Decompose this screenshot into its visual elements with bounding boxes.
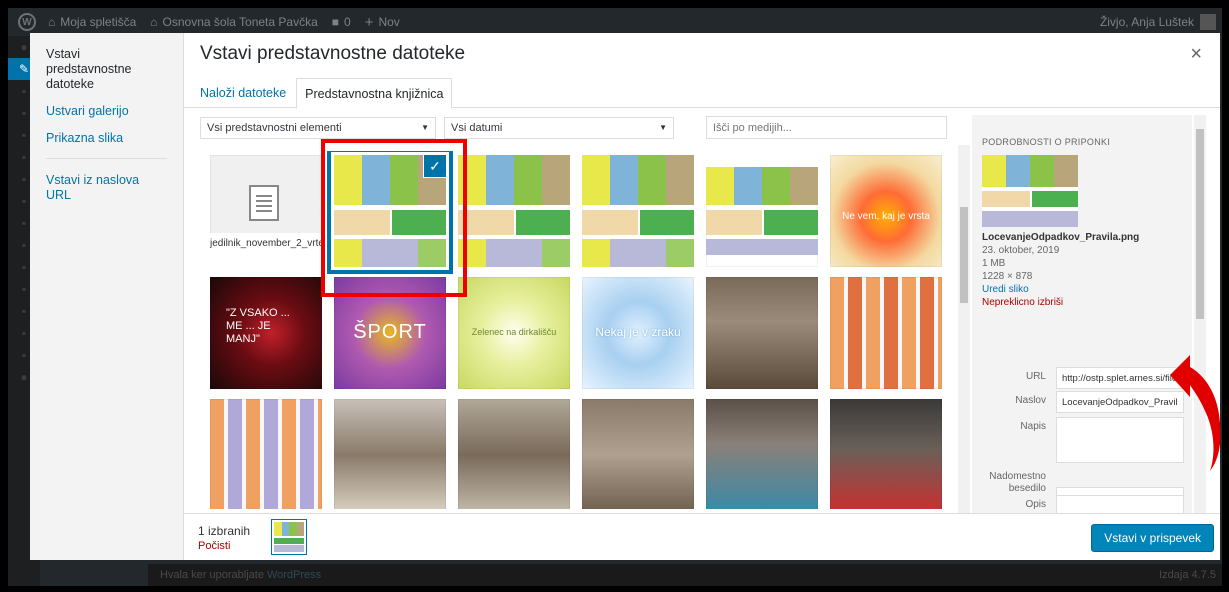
tab-media-library[interactable]: Predstavnostna knjižnica bbox=[296, 78, 453, 109]
media-type-filter-value: Vsi predstavnostni elementi bbox=[207, 122, 342, 134]
details-filename: LocevanjeOdpadkov_Pravila.png bbox=[982, 232, 1140, 243]
attachment-image[interactable]: "Z VSAKO ... ME ... JE MANJ" bbox=[210, 277, 322, 389]
scrollbar-thumb[interactable] bbox=[1196, 129, 1204, 319]
alt-text-label-line1: Nadomestno bbox=[989, 471, 1046, 482]
details-dimensions: 1228 × 878 bbox=[982, 271, 1033, 282]
user-greeting: Živjo, Anja Luštek bbox=[1099, 15, 1194, 29]
title-label: Naslov bbox=[1015, 395, 1046, 406]
footer-thanks: Hvala ker uporabljate bbox=[160, 569, 264, 581]
media-type-filter[interactable]: Vsi predstavnostni elementi ▼ bbox=[200, 117, 436, 139]
search-input[interactable] bbox=[706, 116, 947, 139]
wordpress-logo-icon[interactable]: W bbox=[18, 13, 36, 31]
media-toolbar-bottom: 1 izbranih Počisti Vstavi v prispevek bbox=[184, 513, 1220, 560]
description-label: Opis bbox=[1025, 499, 1046, 510]
attachment-pdf[interactable]: jedilnik_november_2_vrtec_1.pdf bbox=[210, 155, 322, 267]
menu-create-gallery[interactable]: Ustvari galerijo bbox=[30, 104, 183, 119]
new-content-link[interactable]: + Nov bbox=[365, 14, 400, 31]
user-menu[interactable]: Živjo, Anja Luštek bbox=[1100, 8, 1216, 36]
tile-text: Nekaj je v zraku bbox=[595, 325, 681, 339]
date-filter-value: Vsi datumi bbox=[451, 122, 503, 134]
checkmark-icon[interactable]: ✓ bbox=[424, 155, 446, 177]
comments-count: 0 bbox=[344, 15, 351, 29]
admin-bar: W ⌂ Moja spletišča ⌂ Osnovna šola Toneta P… bbox=[8, 8, 1222, 36]
wordpress-link[interactable]: WordPress bbox=[267, 569, 321, 581]
chevron-down-icon: ▼ bbox=[421, 123, 429, 132]
insert-into-post-button[interactable]: Vstavi v prispevek bbox=[1091, 524, 1214, 552]
attachment-photo[interactable] bbox=[706, 399, 818, 509]
description-setting: Opis bbox=[982, 495, 1184, 513]
details-size: 1 MB bbox=[982, 258, 1006, 269]
plus-icon: + bbox=[364, 13, 374, 31]
new-label: Nov bbox=[378, 15, 400, 29]
selection-count: 1 izbranih bbox=[198, 524, 251, 538]
attachment-photo[interactable] bbox=[582, 399, 694, 509]
document-icon bbox=[249, 185, 279, 221]
edit-image-link[interactable]: Uredi sliko bbox=[982, 283, 1182, 296]
attachment-image[interactable]: Zelenec na dirkališču bbox=[458, 277, 570, 389]
caption-textarea[interactable] bbox=[1056, 417, 1184, 463]
scrollbar-thumb[interactable] bbox=[960, 207, 968, 303]
tile-text: Zelenec na dirkališču bbox=[471, 327, 557, 337]
url-field[interactable] bbox=[1056, 367, 1184, 389]
home-icon: ⌂ bbox=[150, 15, 158, 29]
attachment-infographic[interactable] bbox=[582, 155, 694, 267]
tile-text: Ne vem, kaj je vrsta bbox=[842, 211, 930, 222]
attachment-image[interactable]: Nekaj je v zraku bbox=[582, 277, 694, 389]
modal-title: Vstavi predstavnostne datoteke bbox=[200, 43, 466, 64]
attachment-infographic[interactable] bbox=[458, 155, 570, 267]
attachment-photo[interactable] bbox=[458, 399, 570, 509]
media-frame-menu: Vstavi predstavnostne datoteke Ustvari g… bbox=[30, 33, 184, 560]
details-heading: PODROBNOSTI O PRIPONKI bbox=[982, 137, 1111, 147]
attachment-image[interactable]: ŠPORT bbox=[334, 277, 446, 389]
attachments-grid: jedilnik_november_2_vrtec_1.pdf ✓ bbox=[200, 151, 956, 509]
comment-icon: ■ bbox=[331, 15, 339, 29]
tab-upload-files[interactable]: Naloži datoteke bbox=[194, 78, 292, 108]
caption-label: Napis bbox=[1020, 421, 1046, 432]
tile-text: "Z VSAKO ... ME ... JE MANJ" bbox=[226, 307, 290, 345]
alt-text-label-line2: besedilo bbox=[1008, 483, 1046, 494]
sites-icon: ⌂ bbox=[48, 15, 56, 29]
chevron-down-icon: ▼ bbox=[659, 123, 667, 132]
attachment-photo[interactable] bbox=[334, 399, 446, 509]
avatar bbox=[1200, 14, 1216, 30]
attachment-photo[interactable] bbox=[706, 277, 818, 389]
menu-insert-media[interactable]: Vstavi predstavnostne datoteke bbox=[30, 47, 183, 92]
sidebar-scrollbar[interactable] bbox=[1194, 115, 1206, 513]
selection-thumbnail[interactable] bbox=[274, 522, 304, 552]
details-date: 23. oktober, 2019 bbox=[982, 245, 1060, 256]
alt-text-label: Nadomestno besedilo bbox=[982, 471, 1046, 495]
grid-scrollbar[interactable] bbox=[958, 145, 970, 513]
date-filter[interactable]: Vsi datumi ▼ bbox=[444, 117, 674, 139]
menu-featured-image[interactable]: Prikazna slika bbox=[30, 131, 183, 146]
attachment-infographic[interactable] bbox=[706, 155, 818, 267]
description-textarea[interactable] bbox=[1056, 495, 1184, 513]
attachment-photo[interactable] bbox=[830, 399, 942, 509]
site-name-link[interactable]: ⌂ Osnovna šola Toneta Pavčka bbox=[150, 15, 317, 29]
router-tabs: Naloži datoteke Predstavnostna knjižnica bbox=[184, 78, 1220, 109]
delete-permanently-link[interactable]: Nepreklicno izbriši bbox=[982, 296, 1182, 309]
attachment-filename: jedilnik_november_2_vrtec_1.pdf bbox=[210, 233, 322, 267]
admin-footer: Hvala ker uporabljate WordPress Izdaja 4… bbox=[148, 564, 1222, 586]
attachment-image[interactable]: Ne vem, kaj je vrsta bbox=[830, 155, 942, 267]
url-label: URL bbox=[1025, 371, 1046, 382]
close-icon[interactable]: × bbox=[1190, 43, 1202, 66]
tile-text: ŠPORT bbox=[353, 321, 427, 343]
attachment-details-sidebar: PODROBNOSTI O PRIPONKI LocevanjeOdpadkov… bbox=[972, 115, 1192, 513]
menu-insert-from-url[interactable]: Vstavi iz naslova URL bbox=[30, 173, 183, 203]
attachment-image[interactable] bbox=[830, 277, 942, 389]
title-field[interactable] bbox=[1056, 391, 1184, 413]
media-modal: Vstavi predstavnostne datoteke Ustvari g… bbox=[30, 33, 1220, 560]
my-sites-label: Moja spletišča bbox=[60, 15, 137, 29]
clear-selection-link[interactable]: Počisti bbox=[198, 540, 230, 552]
menu-separator bbox=[46, 158, 167, 159]
details-thumbnail bbox=[982, 155, 1078, 227]
site-name-label: Osnovna šola Toneta Pavčka bbox=[162, 15, 318, 29]
attachment-infographic-selected[interactable]: ✓ bbox=[334, 155, 446, 267]
footer-version: Izdaja 4.7.5 bbox=[1159, 569, 1216, 581]
attachment-image[interactable] bbox=[210, 399, 322, 509]
comments-link[interactable]: ■ 0 bbox=[332, 15, 351, 29]
my-sites-link[interactable]: ⌂ Moja spletišča bbox=[48, 15, 136, 29]
